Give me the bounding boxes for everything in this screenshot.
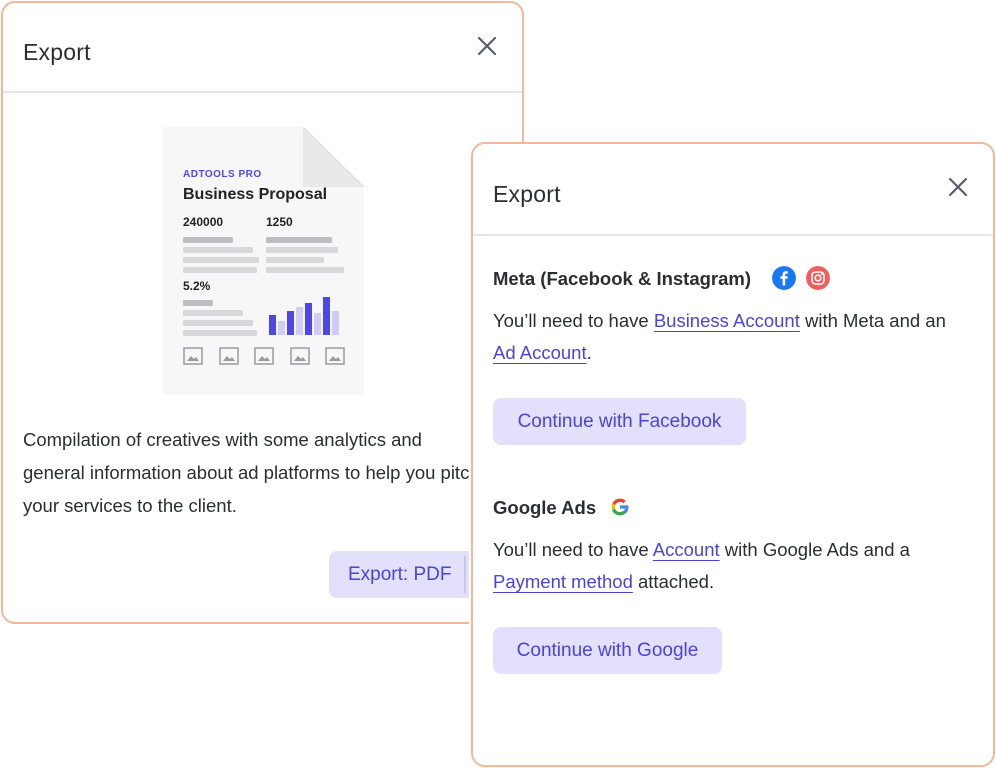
- text-line: [183, 267, 257, 273]
- image-placeholder-icon: [219, 347, 239, 365]
- page-fold: [303, 127, 364, 187]
- ad-account-link[interactable]: Ad Account: [493, 342, 587, 363]
- google-icon: [611, 498, 629, 516]
- image-placeholder-icon: [290, 347, 310, 365]
- dialog-header: Export: [473, 144, 993, 236]
- continue-with-facebook-button[interactable]: Continue with Facebook: [493, 398, 746, 445]
- dialog-header: Export: [3, 3, 522, 93]
- preview-stat: 5.2%: [183, 279, 211, 293]
- close-icon[interactable]: [945, 174, 971, 200]
- text-line: [266, 237, 332, 243]
- text-line: [183, 320, 253, 326]
- close-icon[interactable]: [474, 33, 500, 59]
- instagram-icon: [806, 266, 830, 290]
- bar-chart-illustration: [269, 297, 339, 335]
- payment-method-link[interactable]: Payment method: [493, 571, 633, 592]
- google-section-title: Google Ads: [493, 497, 597, 518]
- document-preview: ADTOOLS PRO Business Proposal 240000 125…: [163, 127, 369, 399]
- facebook-icon: [772, 266, 796, 290]
- continue-with-google-button[interactable]: Continue with Google: [493, 627, 722, 674]
- text-line: [183, 257, 259, 263]
- button-divider: [464, 556, 466, 593]
- google-account-link[interactable]: Account: [653, 539, 720, 560]
- export-dialog-pdf: Export ADTOOLS PRO Business Proposal 240…: [1, 1, 524, 624]
- text-line: [183, 330, 257, 336]
- image-placeholder-icon: [183, 347, 203, 365]
- preview-brand: ADTOOLS PRO: [183, 169, 262, 180]
- preview-stat: 1250: [266, 215, 293, 229]
- export-dialog-platforms: Export Meta (Facebook & Instagram) You’l…: [471, 142, 995, 767]
- text-line: [183, 310, 243, 316]
- google-requirements-text: You’ll need to have Account with Google …: [493, 539, 910, 592]
- preview-stat: 240000: [183, 215, 224, 229]
- business-account-link[interactable]: Business Account: [654, 310, 800, 331]
- meta-section-title: Meta (Facebook & Instagram): [493, 268, 752, 289]
- text-line: [266, 257, 324, 263]
- text-line: [266, 247, 338, 253]
- image-placeholder-icon: [325, 347, 345, 365]
- dialog-title: Export: [23, 39, 91, 65]
- text-line: [266, 267, 344, 273]
- preview-title: Business Proposal: [183, 186, 328, 203]
- image-placeholder-icon: [254, 347, 274, 365]
- dialog-title: Export: [493, 181, 561, 207]
- meta-requirements-text: You’ll need to have Business Account wit…: [493, 310, 946, 363]
- export-description: Compilation of creatives with some analy…: [23, 429, 480, 516]
- text-line: [183, 237, 233, 243]
- text-line: [183, 300, 213, 306]
- text-line: [183, 247, 253, 253]
